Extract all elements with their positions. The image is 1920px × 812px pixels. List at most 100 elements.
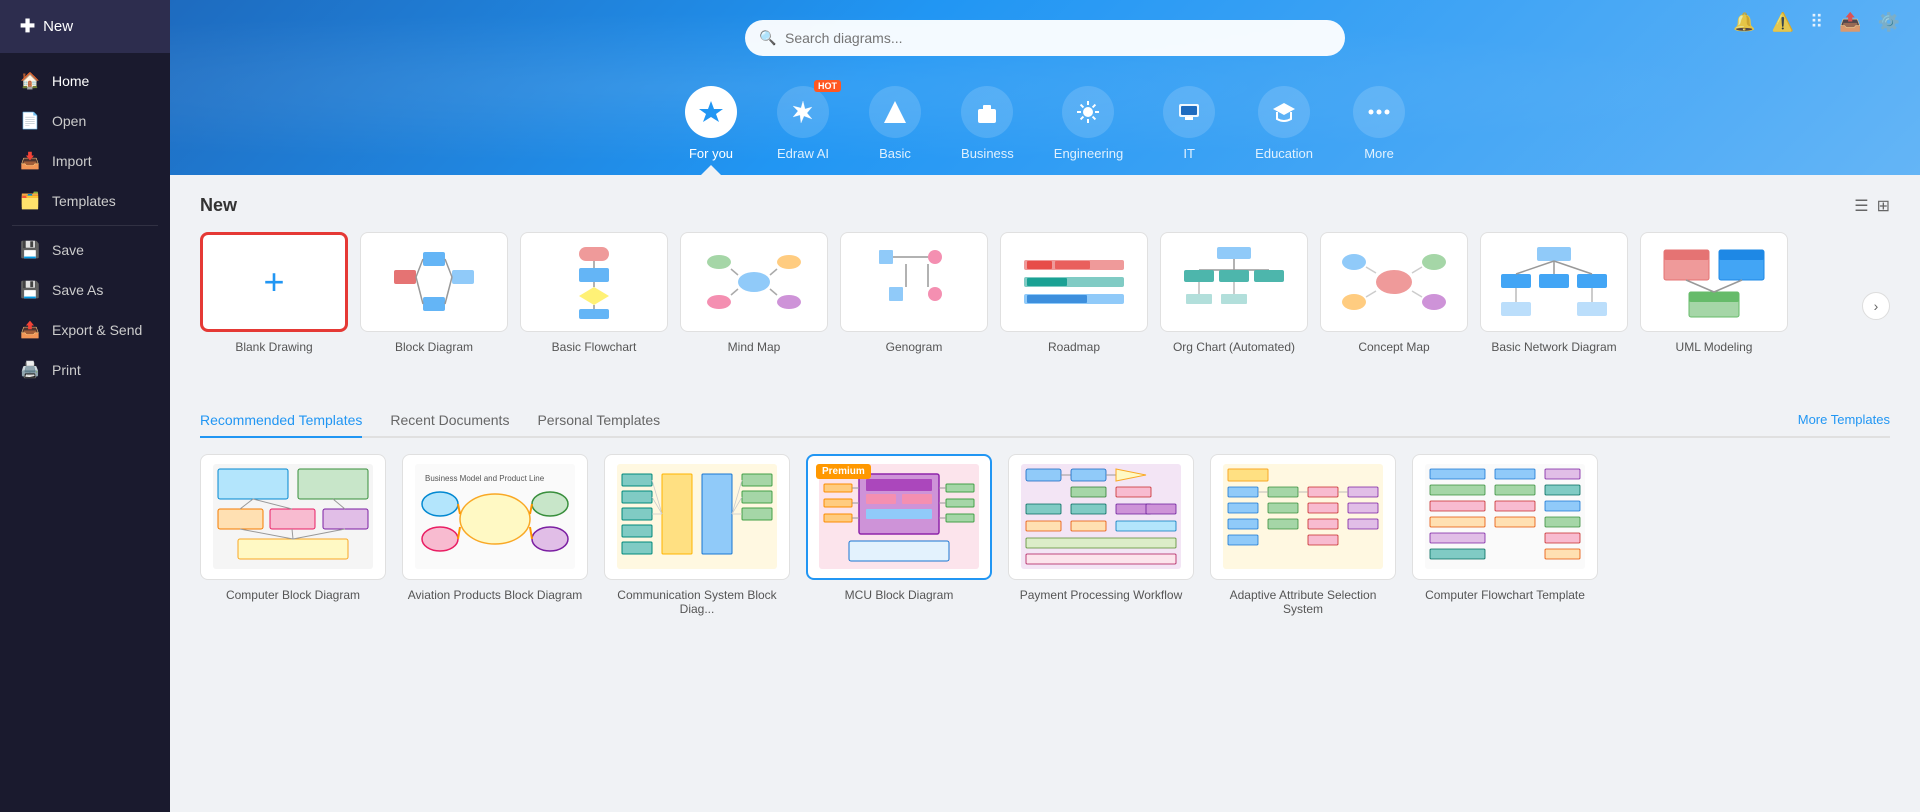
tab-more[interactable]: More [1333, 76, 1425, 175]
tab-it[interactable]: IT [1143, 76, 1235, 175]
rec-card-aviation[interactable]: Business Model and Product Line Aviation… [402, 454, 588, 616]
notification-icon[interactable]: 🔔 [1733, 12, 1755, 33]
sidebar-item-import-label: Import [52, 153, 92, 169]
rec-label-flowchart: Computer Flowchart Template [1412, 588, 1598, 602]
sidebar-item-templates[interactable]: 🗂️ Templates [0, 181, 170, 221]
content-area: New ☰ ⊞ + Blank Drawing [170, 175, 1920, 812]
tab-recent-label: Recent Documents [390, 412, 509, 428]
sidebar-item-save[interactable]: 💾 Save [0, 230, 170, 270]
share-icon[interactable]: 📤 [1839, 12, 1861, 33]
template-mind-map[interactable]: Mind Map [680, 232, 828, 356]
sidebar-item-open[interactable]: 📄 Open [0, 101, 170, 141]
open-icon: 📄 [20, 111, 40, 131]
search-bar: 🔍 [745, 20, 1345, 56]
tab-education[interactable]: Education [1235, 76, 1333, 175]
rec-thumb-payment [1008, 454, 1194, 580]
tab-business-label: Business [961, 146, 1014, 161]
premium-badge: Premium [816, 464, 871, 479]
tab-basic[interactable]: Basic [849, 76, 941, 175]
rec-label-computer-block: Computer Block Diagram [200, 588, 386, 602]
mind-map-thumb [680, 232, 828, 332]
blank-plus-icon: + [263, 261, 284, 303]
uml-thumb [1640, 232, 1788, 332]
tab-for-you[interactable]: For you [665, 76, 757, 175]
template-roadmap[interactable]: Roadmap [1000, 232, 1148, 356]
rec-card-communication[interactable]: Communication System Block Diag... [604, 454, 790, 616]
export-icon: 📤 [20, 320, 40, 340]
template-genogram[interactable]: Genogram [840, 232, 988, 356]
sidebar-item-save-label: Save [52, 242, 84, 258]
template-uml[interactable]: UML Modeling [1640, 232, 1788, 356]
sidebar-item-import[interactable]: 📥 Import [0, 141, 170, 181]
sidebar-item-home[interactable]: 🏠 Home [0, 61, 170, 101]
settings-icon[interactable]: ⚙️ [1878, 12, 1900, 33]
home-icon: 🏠 [20, 71, 40, 91]
mind-map-label: Mind Map [680, 340, 828, 356]
sidebar-separator [12, 225, 158, 226]
new-button[interactable]: ✚ New [0, 0, 170, 53]
uml-label: UML Modeling [1640, 340, 1788, 356]
concept-map-thumb [1320, 232, 1468, 332]
basic-network-label: Basic Network Diagram [1480, 340, 1628, 356]
recommended-grid: Computer Block Diagram Business Model an… [200, 454, 1890, 616]
tab-edraw-ai[interactable]: HOT Edraw AI [757, 76, 849, 175]
section-controls: ☰ ⊞ [1854, 196, 1890, 216]
import-icon: 📥 [20, 151, 40, 171]
tab-business[interactable]: Business [941, 76, 1034, 175]
template-basic-flowchart[interactable]: Basic Flowchart [520, 232, 668, 356]
warning-icon[interactable]: ⚠️ [1772, 12, 1794, 33]
concept-map-label: Concept Map [1320, 340, 1468, 356]
sidebar-item-export[interactable]: 📤 Export & Send [0, 310, 170, 350]
save-icon: 💾 [20, 240, 40, 260]
grid-view-btn[interactable]: ⊞ [1877, 196, 1890, 216]
basic-flowchart-thumb [520, 232, 668, 332]
rec-card-payment[interactable]: Payment Processing Workflow [1008, 454, 1194, 616]
category-tabs: For you HOT Edraw AI Basic [210, 76, 1880, 175]
sidebar: ✚ New 🏠 Home 📄 Open 📥 Import 🗂️ Template… [0, 0, 170, 812]
more-templates-link[interactable]: More Templates [1798, 412, 1890, 427]
search-input[interactable] [745, 20, 1345, 56]
sidebar-item-save-as[interactable]: 💾 Save As [0, 270, 170, 310]
rec-label-mcu: MCU Block Diagram [806, 588, 992, 602]
rec-card-computer-block[interactable]: Computer Block Diagram [200, 454, 386, 616]
sidebar-item-print[interactable]: 🖨️ Print [0, 350, 170, 390]
engineering-icon [1062, 86, 1114, 138]
template-basic-network[interactable]: Basic Network Diagram [1480, 232, 1628, 356]
more-icon [1353, 86, 1405, 138]
rec-card-flowchart[interactable]: Computer Flowchart Template [1412, 454, 1598, 616]
tab-for-you-label: For you [689, 146, 733, 161]
roadmap-label: Roadmap [1000, 340, 1148, 356]
tab-recent[interactable]: Recent Documents [390, 404, 509, 438]
list-view-btn[interactable]: ☰ [1854, 196, 1868, 216]
org-chart-thumb [1160, 232, 1308, 332]
business-icon [961, 86, 1013, 138]
rec-card-mcu[interactable]: Premium [806, 454, 992, 616]
rec-thumb-computer-block [200, 454, 386, 580]
rec-label-adaptive: Adaptive Attribute Selection System [1210, 588, 1396, 616]
tab-personal[interactable]: Personal Templates [537, 404, 660, 438]
basic-network-thumb [1480, 232, 1628, 332]
tab-engineering[interactable]: Engineering [1034, 76, 1143, 175]
template-block-diagram[interactable]: Block Diagram [360, 232, 508, 356]
rec-thumb-communication [604, 454, 790, 580]
rec-card-adaptive[interactable]: Adaptive Attribute Selection System [1210, 454, 1396, 616]
grid-icon[interactable]: ⠿ [1810, 12, 1823, 33]
templates-icon: 🗂️ [20, 191, 40, 211]
tab-edraw-ai-label: Edraw AI [777, 146, 829, 161]
rec-thumb-mcu: Premium [806, 454, 992, 580]
basic-icon [869, 86, 921, 138]
main-content: 🔔 ⚠️ ⠿ 📤 ⚙️ 🔍 For you HOT [170, 0, 1920, 812]
tab-recommended[interactable]: Recommended Templates [200, 404, 362, 438]
template-concept-map[interactable]: Concept Map [1320, 232, 1468, 356]
sidebar-item-templates-label: Templates [52, 193, 116, 209]
print-icon: 🖨️ [20, 360, 40, 380]
tab-personal-label: Personal Templates [537, 412, 660, 428]
search-icon: 🔍 [759, 30, 776, 47]
blank-drawing-thumb: + [200, 232, 348, 332]
template-org-chart[interactable]: Org Chart (Automated) [1160, 232, 1308, 356]
rec-thumb-flowchart [1412, 454, 1598, 580]
for-you-icon [685, 86, 737, 138]
blank-drawing-card[interactable]: + Blank Drawing [200, 232, 348, 356]
scroll-right-arrow[interactable]: › [1862, 292, 1890, 320]
sidebar-item-home-label: Home [52, 73, 89, 89]
